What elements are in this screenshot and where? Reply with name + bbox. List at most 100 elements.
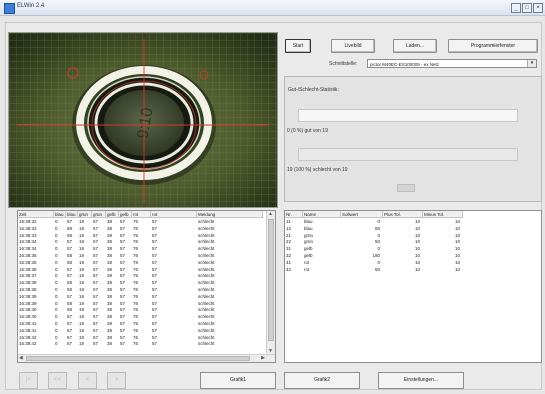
table-cell: 16:38:40 (19, 307, 37, 313)
table-cell: 10 (414, 239, 420, 245)
table-cell: 57 (152, 232, 158, 238)
table-cell: 57 (120, 280, 126, 286)
table-cell: 57 (120, 259, 126, 265)
table-cell: 57 (93, 253, 99, 258)
table-cell: schlecht (198, 219, 215, 224)
previous-page-button[interactable]: << (48, 372, 67, 389)
column-header[interactable]: Meldung (197, 211, 263, 218)
table-cell: 19 (79, 327, 85, 333)
grafik2-button[interactable]: Grafik2 (284, 372, 360, 389)
log-scroll-thumb[interactable] (268, 219, 274, 341)
close-button[interactable]: × (533, 3, 543, 13)
column-header[interactable]: grün (92, 211, 106, 218)
table-cell: 16:38:39 (19, 293, 37, 299)
start-button[interactable]: Start (285, 39, 311, 53)
chevron-down-icon[interactable]: ▾ (527, 60, 536, 67)
column-header[interactable]: grün (78, 211, 92, 218)
table-cell: schlecht (198, 307, 215, 313)
table-cell: 57 (120, 341, 126, 347)
table-cell: schlecht (198, 300, 215, 306)
log-vertical-scrollbar[interactable]: ▲ ▼ (266, 211, 275, 362)
table-cell: schlecht (198, 341, 215, 347)
table-cell: 57 (93, 239, 99, 245)
table-cell: 16:38:38 (19, 280, 37, 286)
table-cell: 57 (67, 293, 73, 299)
table-cell: 16:38:33 (19, 225, 37, 231)
table-cell: 0 (55, 246, 58, 252)
table-cell: schlecht (198, 259, 215, 265)
laden-button[interactable]: Laden... (393, 39, 437, 53)
table-cell: 57 (152, 266, 158, 272)
table-cell: 0 (55, 293, 58, 299)
table-cell: 10 (414, 266, 420, 272)
table-cell: 57 (120, 321, 126, 326)
table-cell: 58 (67, 300, 73, 306)
table-cell: 38 (107, 287, 113, 292)
maximize-button[interactable]: □ (522, 3, 532, 13)
scroll-right-icon[interactable]: ▶ (261, 355, 265, 361)
statistics-reset-button[interactable] (397, 184, 415, 192)
table-cell: 57 (152, 253, 158, 258)
first-record-button[interactable]: |< (19, 372, 38, 389)
table-cell: schlecht (198, 239, 215, 245)
table-cell: 10 (454, 225, 460, 231)
log-horizontal-scrollbar[interactable]: ◀ ▶ (18, 354, 275, 362)
table-cell: 32 (286, 253, 292, 258)
programmierfenster-button[interactable]: Programmierfenster (448, 39, 538, 53)
scroll-left-icon[interactable]: ◀ (19, 355, 23, 361)
column-header[interactable]: Sollwert (341, 211, 383, 218)
table-cell: 42 (286, 266, 292, 272)
good-count-text: 0 (0 %) gut von 19 (287, 128, 328, 134)
table-cell: 57 (93, 334, 99, 340)
table-cell: 57 (93, 321, 99, 326)
table-cell: 16:38:35 (19, 253, 37, 258)
program-table[interactable]: Nr. Name Sollwert Plus Tol. Minus Tol. 11 blau… (284, 210, 542, 363)
table-cell: 57 (67, 246, 73, 252)
livebild-button[interactable]: Livebild (331, 39, 375, 53)
table-cell: 76 (133, 259, 139, 265)
table-cell: 10 (454, 239, 460, 245)
log-hscroll-thumb[interactable] (26, 356, 250, 361)
einstellungen-button[interactable]: Einstellungen... (378, 372, 464, 389)
table-cell: grün (304, 239, 314, 245)
good-progress-bar (298, 109, 518, 122)
log-table[interactable]: Zeit blau blau grün grün gelb gelb rot rot Meldun… (17, 210, 276, 363)
table-cell: 57 (120, 327, 126, 333)
scroll-up-icon[interactable]: ▲ (268, 211, 273, 217)
column-header[interactable]: Nr. (285, 211, 303, 218)
table-cell: 57 (152, 300, 158, 306)
column-header[interactable]: Name (303, 211, 341, 218)
table-cell: 57 (120, 253, 126, 258)
column-header[interactable]: Minus Tol. (423, 211, 463, 218)
column-header[interactable]: gelb (106, 211, 119, 218)
next-record-button[interactable]: > (107, 372, 126, 389)
table-cell: 57 (120, 307, 126, 313)
table-cell: 0 (55, 300, 58, 306)
table-cell: 0 (55, 321, 58, 326)
table-cell: 0 (55, 253, 58, 258)
column-header[interactable]: rot (132, 211, 151, 218)
table-cell: 76 (133, 334, 139, 340)
title-bar[interactable]: ELWin 2.4 _ □ × (0, 0, 545, 16)
table-cell: 10 (414, 253, 420, 258)
table-cell: 76 (133, 239, 139, 245)
interface-select[interactable]: pictor M40EC-ES100009 - ex Netz ▾ (367, 59, 537, 68)
column-header[interactable]: blau (66, 211, 78, 218)
table-cell: 57 (152, 293, 158, 299)
bad-progress-bar (298, 148, 518, 161)
column-header[interactable]: Plus Tol. (383, 211, 423, 218)
column-header[interactable]: gelb (119, 211, 132, 218)
table-cell: 180 (372, 253, 380, 258)
column-header[interactable]: blau (54, 211, 66, 218)
previous-record-button[interactable]: < (78, 372, 97, 389)
minimize-button[interactable]: _ (511, 3, 521, 13)
progress-fill (299, 149, 517, 160)
table-cell: 57 (93, 232, 99, 238)
table-cell: 57 (93, 280, 99, 286)
table-cell: 0 (377, 259, 380, 265)
column-header[interactable]: Zeit (18, 211, 54, 218)
table-cell: 57 (93, 225, 99, 231)
column-header[interactable]: rot (151, 211, 197, 218)
table-cell: rot (304, 259, 310, 265)
grafik1-button[interactable]: Grafik1 (200, 372, 276, 389)
